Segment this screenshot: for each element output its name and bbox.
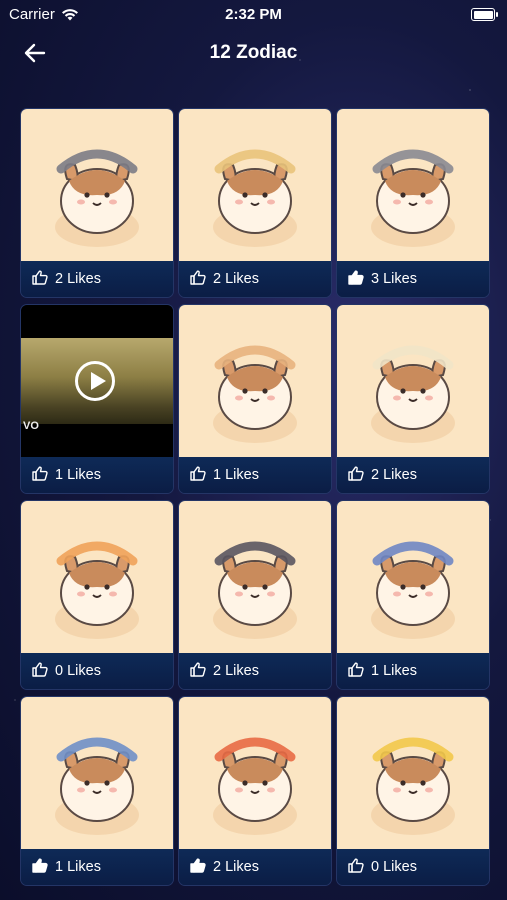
likes-count: 2 Likes: [213, 859, 259, 875]
sticker-image[interactable]: [337, 501, 489, 653]
sticker-image[interactable]: [21, 109, 173, 261]
likes-bar: 0 Likes: [337, 849, 489, 885]
sticker-card[interactable]: 2 Likes: [336, 304, 490, 494]
thumbs-up-icon[interactable]: [190, 661, 206, 681]
likes-bar: 2 Likes: [179, 849, 331, 885]
likes-bar: 2 Likes: [179, 261, 331, 297]
likes-count: 1 Likes: [55, 467, 101, 483]
likes-bar: 1 Likes: [21, 457, 173, 493]
sticker-image[interactable]: [179, 501, 331, 653]
thumbs-up-icon[interactable]: [190, 465, 206, 485]
thumbs-up-icon[interactable]: [32, 857, 48, 877]
likes-count: 2 Likes: [371, 467, 417, 483]
likes-bar: 2 Likes: [179, 653, 331, 689]
thumbs-up-icon[interactable]: [190, 269, 206, 289]
likes-count: 2 Likes: [55, 271, 101, 287]
sticker-image[interactable]: [21, 501, 173, 653]
thumbs-up-icon[interactable]: [190, 857, 206, 877]
likes-count: 0 Likes: [371, 859, 417, 875]
sticker-image[interactable]: [337, 697, 489, 849]
sticker-card[interactable]: 2 Likes: [178, 108, 332, 298]
thumbs-up-icon[interactable]: [32, 269, 48, 289]
sticker-card[interactable]: 2 Likes: [178, 696, 332, 886]
sticker-image[interactable]: [179, 305, 331, 457]
likes-bar: 3 Likes: [337, 261, 489, 297]
sticker-card[interactable]: VO 1 Likes: [20, 304, 174, 494]
likes-bar: 0 Likes: [21, 653, 173, 689]
likes-count: 3 Likes: [371, 271, 417, 287]
thumbs-up-icon[interactable]: [32, 661, 48, 681]
thumbs-up-icon[interactable]: [348, 269, 364, 289]
likes-bar: 1 Likes: [179, 457, 331, 493]
likes-count: 1 Likes: [55, 859, 101, 875]
battery-icon: [471, 8, 498, 21]
sticker-card[interactable]: 2 Likes: [20, 108, 174, 298]
sticker-grid: 2 Likes 2 Likes 3 Likes VO 1 Likes 1 Lik…: [20, 108, 490, 886]
thumbs-up-icon[interactable]: [348, 857, 364, 877]
status-bar: Carrier 2:32 PM: [0, 0, 507, 28]
likes-bar: 2 Likes: [21, 261, 173, 297]
likes-count: 0 Likes: [55, 663, 101, 679]
likes-count: 1 Likes: [371, 663, 417, 679]
status-time: 2:32 PM: [225, 6, 282, 23]
sticker-image[interactable]: [21, 697, 173, 849]
sticker-image[interactable]: [337, 109, 489, 261]
likes-count: 1 Likes: [213, 467, 259, 483]
sticker-card[interactable]: 1 Likes: [178, 304, 332, 494]
thumbs-up-icon[interactable]: [348, 661, 364, 681]
sticker-image[interactable]: [179, 697, 331, 849]
sticker-card[interactable]: 3 Likes: [336, 108, 490, 298]
sticker-card[interactable]: 0 Likes: [336, 696, 490, 886]
thumbs-up-icon[interactable]: [348, 465, 364, 485]
page-title: 12 Zodiac: [209, 42, 298, 63]
likes-bar: 1 Likes: [21, 849, 173, 885]
sticker-image[interactable]: [179, 109, 331, 261]
sticker-image[interactable]: [337, 305, 489, 457]
play-icon[interactable]: [75, 361, 115, 401]
nav-bar: 12 Zodiac: [0, 34, 507, 72]
likes-count: 2 Likes: [213, 663, 259, 679]
video-thumbnail[interactable]: VO: [21, 305, 173, 457]
video-watermark: VO: [23, 420, 39, 432]
sticker-card[interactable]: 2 Likes: [178, 500, 332, 690]
likes-bar: 2 Likes: [337, 457, 489, 493]
likes-count: 2 Likes: [213, 271, 259, 287]
sticker-card[interactable]: 1 Likes: [336, 500, 490, 690]
sticker-card[interactable]: 0 Likes: [20, 500, 174, 690]
likes-bar: 1 Likes: [337, 653, 489, 689]
thumbs-up-icon[interactable]: [32, 465, 48, 485]
sticker-card[interactable]: 1 Likes: [20, 696, 174, 886]
